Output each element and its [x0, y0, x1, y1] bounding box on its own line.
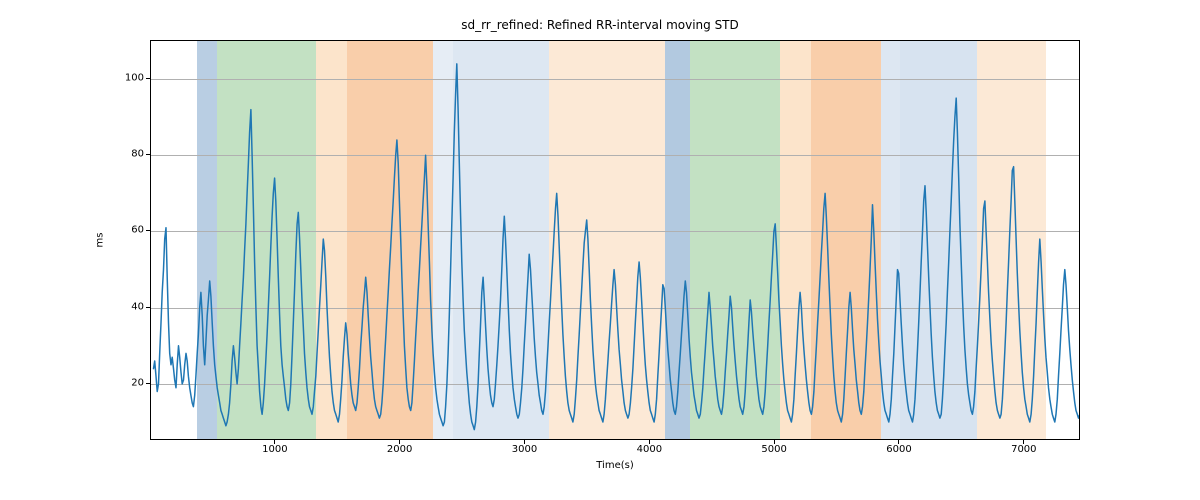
- x-tick: [649, 440, 650, 444]
- x-tick-label: 4000: [637, 444, 662, 455]
- y-tick: [146, 78, 150, 79]
- x-tick-label: 6000: [886, 444, 911, 455]
- x-tick: [774, 440, 775, 444]
- x-axis-label: Time(s): [596, 460, 634, 471]
- x-tick-label: 7000: [1011, 444, 1036, 455]
- x-tick: [1023, 440, 1024, 444]
- y-tick: [146, 230, 150, 231]
- x-tick: [524, 440, 525, 444]
- x-tick-label: 2000: [387, 444, 412, 455]
- y-tick-label: 20: [104, 377, 144, 388]
- x-tick: [399, 440, 400, 444]
- y-tick-label: 80: [104, 149, 144, 160]
- y-tick-label: 100: [104, 73, 144, 84]
- figure: sd_rr_refined: Refined RR-interval movin…: [0, 0, 1200, 500]
- chart-title: sd_rr_refined: Refined RR-interval movin…: [0, 18, 1200, 32]
- y-tick: [146, 154, 150, 155]
- y-tick: [146, 383, 150, 384]
- line-series: [151, 41, 1080, 440]
- x-tick-label: 3000: [512, 444, 537, 455]
- x-tick-label: 1000: [262, 444, 287, 455]
- y-tick: [146, 307, 150, 308]
- plot-area: [150, 40, 1080, 440]
- x-tick: [898, 440, 899, 444]
- y-tick-label: 40: [104, 301, 144, 312]
- x-tick: [274, 440, 275, 444]
- y-tick-label: 60: [104, 225, 144, 236]
- x-tick-label: 5000: [761, 444, 786, 455]
